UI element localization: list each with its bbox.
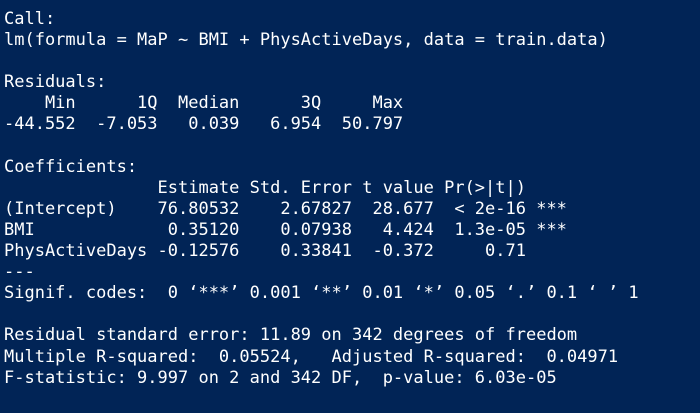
call-header: Call: [4, 9, 56, 29]
coefficients-column-headers: Estimate Std. Error t value Pr(>|t|) [4, 177, 567, 198]
residuals-quantile-labels: Min 1Q Median 3Q Max [4, 93, 414, 114]
signif-codes: Signif. codes: 0 ‘***’ 0.001 ‘**’ 0.01 ‘… [4, 283, 639, 304]
coefficient-row-physactivedays: PhysActiveDays -0.12576 0.33841 -0.372 0… [4, 241, 567, 262]
r-console-output: Call: lm(formula = MaP ~ BMI + PhysActiv… [0, 0, 700, 413]
f-statistic-line: F-statistic: 9.997 on 2 and 342 DF, p-va… [4, 367, 557, 388]
separator-line: --- [4, 262, 35, 283]
coefficients-header: Coefficients: [4, 156, 138, 177]
coefficient-row-bmi: BMI 0.35120 0.07938 4.424 1.3e-05 *** [4, 219, 567, 240]
r-squared-line: Multiple R-squared: 0.05524, Adjusted R-… [4, 346, 629, 367]
residuals-header: Residuals: [4, 72, 107, 93]
call-formula: lm(formula = MaP ~ BMI + PhysActiveDays,… [4, 30, 608, 51]
coefficient-row-intercept: (Intercept) 76.80532 2.67827 28.677 < 2e… [4, 198, 567, 219]
residuals-quantile-values: -44.552 -7.053 0.039 6.954 50.797 [4, 114, 414, 135]
residual-standard-error: Residual standard error: 11.89 on 342 de… [4, 325, 578, 346]
